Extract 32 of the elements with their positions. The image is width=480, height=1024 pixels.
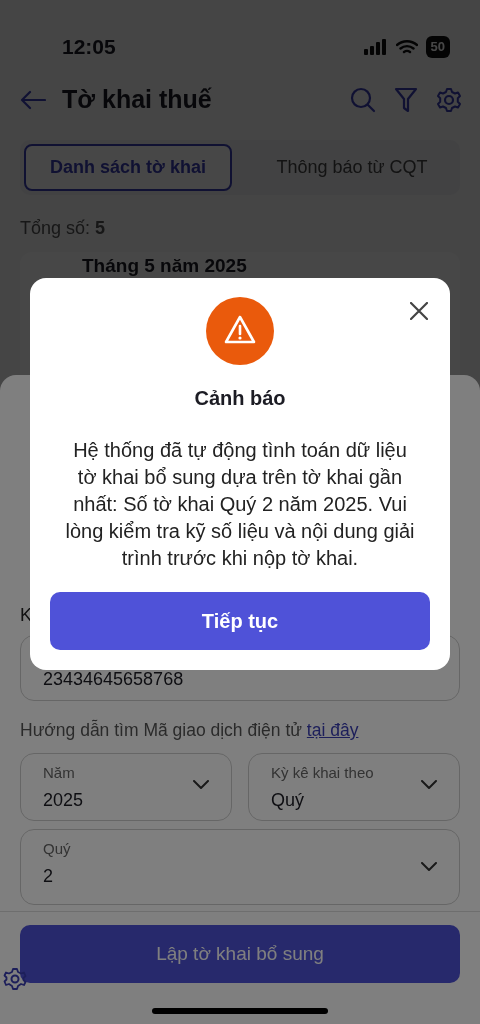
settings-icon[interactable] (436, 87, 462, 113)
chevron-down-icon (421, 780, 437, 791)
page-title: Tờ khai thuế (62, 84, 213, 116)
dropdown-field[interactable]: Kỳ kê khai theo Quý (248, 753, 460, 822)
chevron-down-icon (193, 780, 209, 791)
field-value: 2 (43, 864, 53, 888)
back-arrow-icon[interactable] (20, 90, 46, 110)
settings-icon[interactable] (3, 967, 27, 991)
search-icon[interactable] (350, 87, 376, 113)
warning-icon (206, 297, 274, 365)
field-label: Quý (43, 839, 72, 860)
field-value: 2025 (43, 788, 84, 812)
close-icon (410, 302, 428, 320)
close-button[interactable] (410, 302, 428, 320)
filter-icon[interactable] (394, 87, 418, 113)
status-time: 12:05 (62, 34, 116, 61)
dialog-message: Hệ thống đã tự động tình toán dữ liệu tờ khai bổ sung dựa trên tờ khai gần nhất: Số tờ khai Quý 2 năm 2025. Vui lòng kiểm tra kỹ số liệu và nội dung giải trình trước khi nộp tờ khai. (64, 438, 416, 571)
continue-button[interactable]: Tiếp tục (50, 592, 430, 650)
field-label: Kỳ kê khai theo (271, 763, 375, 784)
dropdown-field[interactable]: Năm 2025 (20, 753, 232, 822)
chevron-down-icon (421, 862, 437, 873)
item-title: Tháng 5 năm 2025 (82, 256, 248, 277)
wifi-icon (395, 39, 418, 55)
dropdown-field[interactable]: Quý 2 (20, 829, 460, 906)
signal-icon (363, 39, 388, 55)
dialog-title: Cảnh báo (193, 386, 287, 411)
battery-indicator: 50 (425, 36, 450, 58)
help-text: Hướng dẫn tìm Mã giao dịch điện tử tại đây (20, 718, 360, 742)
field-value: Quý (271, 788, 304, 812)
help-link[interactable]: tại đây (306, 720, 359, 740)
field-label: Năm (43, 763, 76, 784)
submit-button[interactable]: Lập tờ khai bổ sung (20, 925, 460, 984)
